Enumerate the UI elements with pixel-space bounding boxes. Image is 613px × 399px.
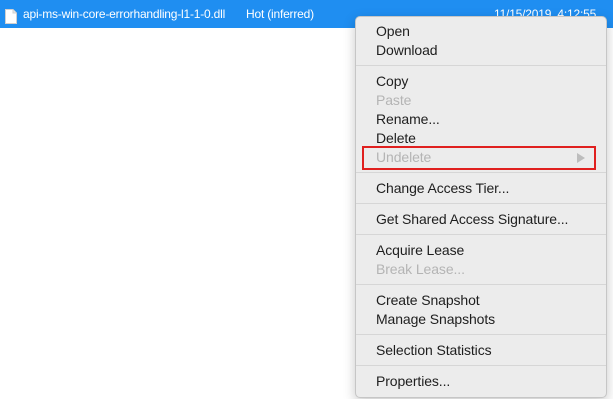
menu-separator bbox=[356, 172, 606, 173]
menu-separator bbox=[356, 334, 606, 335]
menu-item-change-access-tier[interactable]: Change Access Tier... bbox=[356, 179, 606, 198]
menu-separator bbox=[356, 284, 606, 285]
menu-item-paste: Paste bbox=[376, 92, 412, 108]
menu-item-create-snapshot[interactable]: Create Snapshot bbox=[356, 291, 606, 310]
annotation-highlight-box bbox=[362, 146, 596, 170]
menu-item-download[interactable]: Download bbox=[356, 41, 606, 60]
menu-separator bbox=[356, 203, 606, 204]
menu-item-properties[interactable]: Properties... bbox=[356, 372, 606, 391]
explorer-view: api-ms-win-core-errorhandling-l1-1-0.dll… bbox=[0, 0, 613, 399]
blob-access-tier: Hot (inferred) bbox=[246, 7, 314, 21]
menu-item-manage-snapshots[interactable]: Manage Snapshots bbox=[356, 310, 606, 329]
context-menu: Open Download Copy Paste Rename... Delet… bbox=[355, 16, 607, 398]
document-icon bbox=[5, 6, 17, 24]
menu-separator bbox=[356, 365, 606, 366]
menu-item-rename[interactable]: Rename... bbox=[356, 110, 606, 129]
menu-item-acquire-lease[interactable]: Acquire Lease bbox=[356, 241, 606, 260]
menu-item-get-shared-access-signature[interactable]: Get Shared Access Signature... bbox=[356, 210, 606, 229]
menu-item-break-lease: Break Lease... bbox=[376, 261, 465, 277]
menu-item-open[interactable]: Open bbox=[356, 22, 606, 41]
menu-item-copy[interactable]: Copy bbox=[356, 72, 606, 91]
blob-name: api-ms-win-core-errorhandling-l1-1-0.dll bbox=[23, 7, 226, 21]
menu-item-selection-statistics[interactable]: Selection Statistics bbox=[356, 341, 606, 360]
menu-separator bbox=[356, 65, 606, 66]
menu-separator bbox=[356, 234, 606, 235]
